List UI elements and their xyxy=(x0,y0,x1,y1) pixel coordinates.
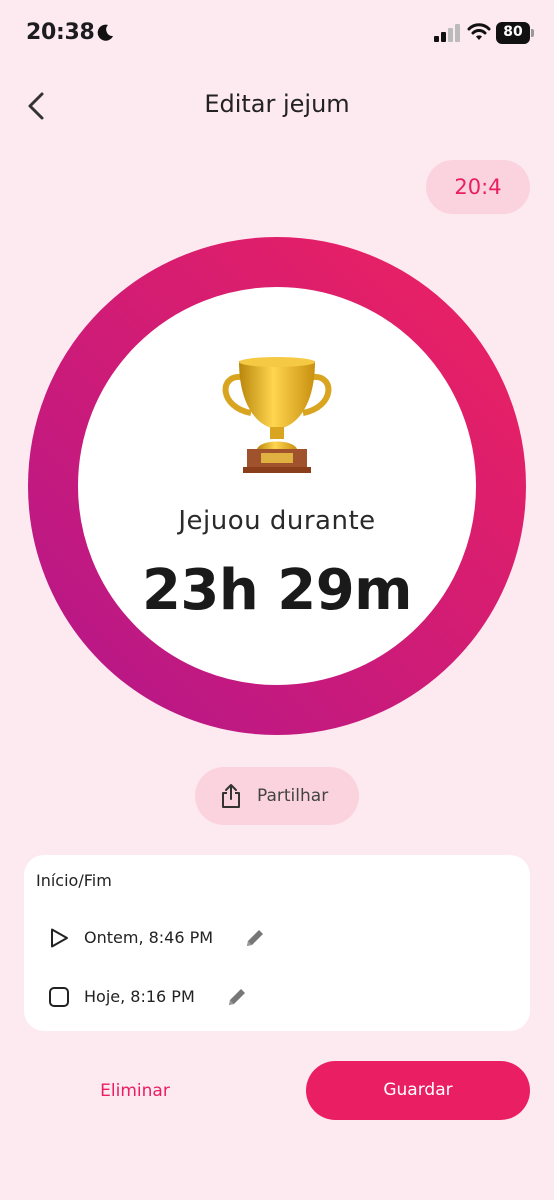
share-icon xyxy=(222,784,240,808)
moon-icon xyxy=(97,24,113,41)
start-end-card: Início/Fim Ontem, 8:46 PM Hoje, 8:16 PM xyxy=(24,855,530,1031)
card-title: Início/Fim xyxy=(36,871,112,890)
share-label: Partilhar xyxy=(257,786,329,806)
pencil-icon[interactable] xyxy=(244,927,266,949)
play-icon xyxy=(51,928,68,948)
fasting-progress-ring xyxy=(28,237,526,735)
status-bar: 20:38 80 xyxy=(0,0,554,70)
fasted-label: Jejuou durante xyxy=(178,506,376,536)
start-time-text: Ontem, 8:46 PM xyxy=(84,928,214,947)
save-button[interactable]: Guardar xyxy=(306,1061,530,1120)
battery-indicator: 80 xyxy=(496,22,536,44)
fasting-plan-chip[interactable]: 20:4 xyxy=(426,160,530,214)
square-icon xyxy=(49,987,69,1007)
delete-button[interactable]: Eliminar xyxy=(60,1062,210,1120)
pencil-icon[interactable] xyxy=(226,986,248,1008)
fasted-duration: 23h 29m xyxy=(141,558,413,623)
share-button[interactable]: Partilhar xyxy=(195,767,359,825)
start-time-row[interactable]: Ontem, 8:46 PM xyxy=(48,921,308,955)
end-time-row[interactable]: Hoje, 8:16 PM xyxy=(48,980,308,1014)
battery-level: 80 xyxy=(503,24,523,40)
page-title: Editar jejum xyxy=(204,90,350,118)
end-time-text: Hoje, 8:16 PM xyxy=(84,987,195,1006)
wifi-icon xyxy=(467,23,491,40)
battery-tip xyxy=(531,29,534,37)
trophy-icon xyxy=(222,357,332,473)
status-time: 20:38 xyxy=(26,20,95,45)
signal-icon xyxy=(434,24,460,42)
